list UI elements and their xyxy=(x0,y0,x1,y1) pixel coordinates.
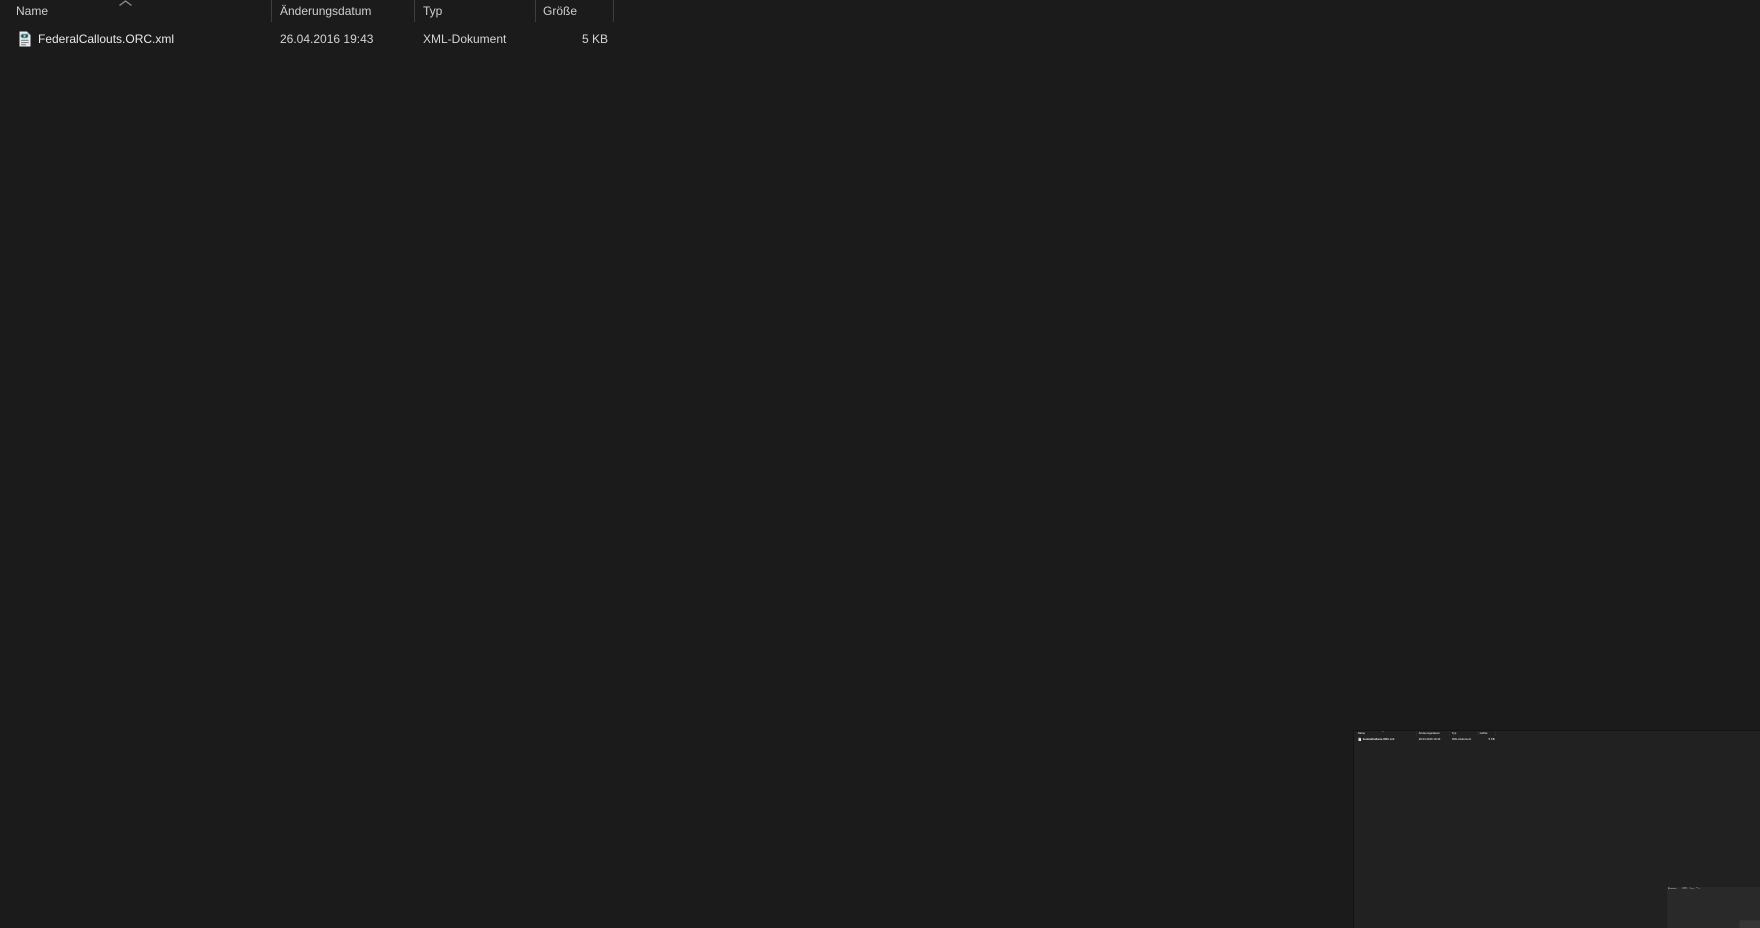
xml-file-icon xyxy=(1358,737,1362,741)
column-header-type[interactable]: Typ xyxy=(415,0,536,22)
file-row[interactable]: FederalCallouts.ORC.xml 26.04.2016 19:43… xyxy=(1354,737,1497,741)
file-row[interactable]: FederalCallouts.ORC.xml 26.04.2016 19:43… xyxy=(1667,888,1700,890)
column-header-size-label: Größe xyxy=(543,4,578,18)
column-header-size[interactable]: Größe xyxy=(1478,731,1496,736)
column-header-size[interactable]: Größe xyxy=(536,0,614,22)
file-modified-date: 26.04.2016 19:43 xyxy=(1418,737,1441,741)
columns-header: Name Änderungsdatum Typ Größe xyxy=(0,0,620,23)
file-type: XML-Dokument xyxy=(1451,737,1472,741)
file-type: XML-Dokument xyxy=(423,32,507,46)
screen-preview-thumbnail[interactable] xyxy=(1739,920,1760,928)
column-header-type-label: Typ xyxy=(1451,731,1457,735)
file-size: 5 KB xyxy=(1698,888,1700,890)
file-explorer-window: Name Änderungsdatum Typ Größe FederalCal… xyxy=(1667,886,1760,928)
file-name: FederalCallouts.ORC.xml xyxy=(38,32,175,46)
column-header-modified-label: Änderungsdatum xyxy=(1418,731,1440,735)
xml-file-icon xyxy=(19,31,31,47)
file-size: 5 KB xyxy=(1488,737,1495,741)
columns-header: Name Änderungsdatum Typ Größe xyxy=(1354,731,1497,736)
file-name: FederalCallouts.ORC.xml xyxy=(1669,888,1677,890)
column-header-modified[interactable]: Änderungsdatum xyxy=(1417,731,1450,736)
sort-ascending-icon xyxy=(119,0,132,6)
file-size: 5 KB xyxy=(581,32,608,46)
desktop-root: Name Änderungsdatum Typ Größe FederalCal… xyxy=(0,0,1760,928)
file-explorer-window: Name Änderungsdatum Typ Größe FederalCal… xyxy=(1354,731,1760,928)
column-header-name-label: Name xyxy=(16,4,49,18)
screen-preview-thumbnail[interactable]: Name Änderungsdatum Typ Größe FederalCal… xyxy=(1353,730,1760,928)
column-header-size-label: Größe xyxy=(1479,731,1488,735)
column-header-type-label: Typ xyxy=(423,4,443,18)
file-row[interactable]: FederalCallouts.ORC.xml 26.04.2016 19:43… xyxy=(0,29,620,49)
column-header-name[interactable]: Name xyxy=(0,0,272,22)
file-name: FederalCallouts.ORC.xml xyxy=(1362,737,1395,741)
file-explorer-window: Name Änderungsdatum Typ Größe FederalCal… xyxy=(0,0,1760,928)
file-type: XML-Dokument xyxy=(1689,888,1695,890)
column-header-name-label: Name xyxy=(1357,731,1366,735)
column-header-type[interactable]: Typ xyxy=(1450,731,1478,736)
file-modified-date: 26.04.2016 19:43 xyxy=(280,32,374,46)
screen-preview-thumbnail[interactable]: Name Änderungsdatum Typ Größe FederalCal… xyxy=(1666,886,1760,928)
column-header-modified-label: Änderungsdatum xyxy=(280,4,372,18)
file-modified-date: 26.04.2016 19:43 xyxy=(1682,888,1688,890)
column-header-modified[interactable]: Änderungsdatum xyxy=(272,0,415,22)
sort-ascending-icon xyxy=(1381,731,1385,733)
column-header-name[interactable]: Name xyxy=(1354,731,1417,736)
